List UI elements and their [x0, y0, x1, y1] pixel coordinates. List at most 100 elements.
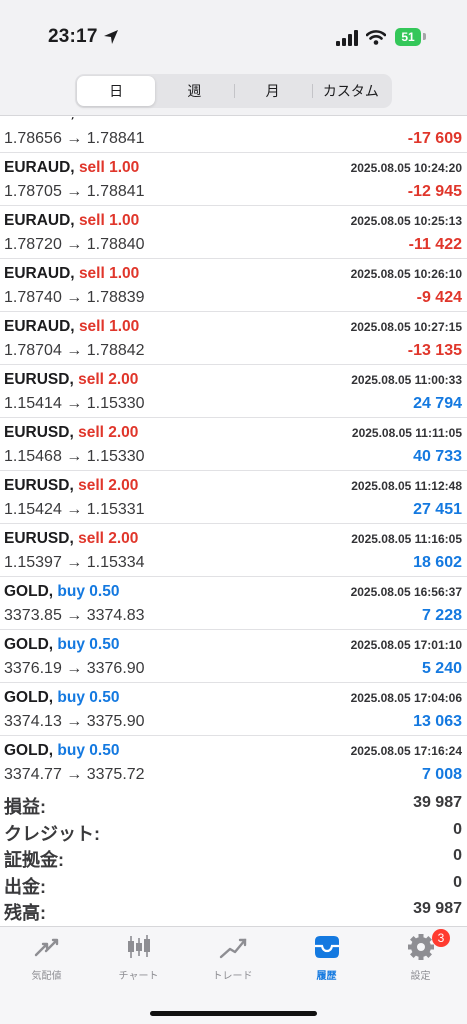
tab-settings-label: 設定 [410, 971, 431, 982]
quotes-icon [34, 938, 58, 957]
summary-row-balance: 残高: 39 987 [0, 896, 467, 923]
trade-prices: 1.15424 → 1.15331 [4, 501, 145, 518]
trade-symbol: EURAUD, sell 1.00 [4, 117, 139, 122]
trade-row[interactable]: GOLD, buy 0.50 2025.08.05 17:04:06 3374.13… [0, 683, 467, 736]
trade-row[interactable]: EURAUD, sell 1.00 2025.08.05 10:26:10 1.78… [0, 259, 467, 312]
tab-week[interactable]: 週 [155, 76, 233, 106]
trade-side: sell 1.00 [78, 212, 140, 229]
trade-row[interactable]: GOLD, buy 0.50 2025.08.05 16:56:37 3373.85… [0, 577, 467, 630]
tab-chart[interactable]: チャート [92, 933, 185, 982]
trade-icon [219, 938, 246, 959]
trade-row[interactable]: EURAUD, sell 1.00 2025.08.05 10:24:20 1.78… [0, 153, 467, 206]
trade-prices: 1.78720 → 1.78840 [4, 236, 145, 253]
symbol-name: EURUSD, [4, 371, 74, 388]
trade-side: buy 0.50 [57, 689, 120, 706]
trade-symbol: EURAUD, sell 1.00 [4, 265, 139, 283]
trade-profit: 13 063 [413, 713, 462, 730]
trade-row[interactable]: EURAUD, sell 1.00 2025.08.05 10:25:13 1.78… [0, 206, 467, 259]
trade-profit: 5 240 [421, 660, 462, 677]
trade-time: 2025.08.05 17:16:24 [350, 744, 462, 758]
trade-time: 2025.08.05 11:11:05 [351, 426, 462, 440]
trade-time: 2025.08.05 10:27:15 [350, 320, 462, 334]
trade-side: sell 1.00 [78, 159, 140, 176]
trade-prices: 3376.19 → 3376.90 [4, 660, 145, 677]
settings-icon [407, 934, 434, 960]
trade-profit: 18 602 [413, 554, 462, 571]
trade-prices: 3374.77 → 3375.72 [4, 766, 145, 783]
tab-history-label: 履歴 [316, 971, 337, 982]
trade-symbol: EURUSD, sell 2.00 [4, 424, 138, 442]
trade-prices: 1.78656 → 1.78841 [4, 130, 145, 147]
trade-symbol: GOLD, buy 0.50 [4, 742, 119, 760]
wifi-icon [366, 30, 386, 45]
bottom-tab-bar: 気配値 チャート トレード 履歴 3 設定 [0, 926, 467, 1024]
trade-prices: 1.15468 → 1.15330 [4, 448, 145, 465]
tab-quotes[interactable]: 気配値 [0, 933, 93, 982]
trade-row[interactable]: GOLD, buy 0.50 2025.08.05 17:16:24 3374.77… [0, 736, 467, 787]
trade-row[interactable]: EURUSD, sell 2.00 2025.08.05 11:16:05 1.15… [0, 524, 467, 577]
tab-trade[interactable]: トレード [186, 933, 279, 982]
withdrawal-label: 出金: [4, 876, 46, 897]
trade-prices: 3374.13 → 3375.90 [4, 713, 145, 730]
profit-label: 損益: [4, 797, 46, 817]
trade-prices: 3373.85 → 3374.83 [4, 607, 145, 624]
trade-row[interactable]: GOLD, buy 0.50 2025.08.05 17:01:10 3376.19… [0, 630, 467, 683]
history-header: 日 週 月 カスタム [0, 68, 467, 116]
trade-symbol: GOLD, buy 0.50 [4, 636, 119, 654]
symbol-name: EURAUD, [4, 117, 75, 121]
trade-profit: -17 609 [407, 130, 462, 147]
trade-time: 2025.08.05 10:26:10 [350, 267, 462, 281]
trade-profit: -12 945 [407, 183, 462, 200]
trade-row[interactable]: EURUSD, sell 2.00 2025.08.05 11:11:05 1.15… [0, 418, 467, 471]
tab-quotes-label: 気配値 [31, 971, 62, 982]
trade-time: 2025.08.05 11:12:48 [351, 479, 462, 493]
trade-row[interactable]: EURUSD, sell 2.00 2025.08.05 11:12:48 1.15… [0, 471, 467, 524]
trade-prices: 1.78704 → 1.78842 [4, 342, 145, 359]
tab-day[interactable]: 日 [77, 76, 156, 106]
balance-label: 残高: [4, 903, 46, 923]
trade-profit: 24 794 [413, 395, 462, 412]
symbol-name: EURUSD, [4, 424, 74, 441]
profit-value: 39 987 [413, 794, 462, 811]
symbol-name: EURAUD, [4, 159, 75, 176]
trade-side: sell 2.00 [78, 424, 139, 441]
trade-profit: 40 733 [413, 448, 462, 465]
chart-icon [127, 935, 150, 958]
battery-icon: 51 [395, 28, 421, 46]
trade-side: sell 2.00 [78, 530, 139, 547]
summary-row-deposit: 証拠金: 0 [0, 843, 467, 870]
trade-row[interactable]: EURAUD, sell 1.00 2025.08.05 10:22:10 1.78… [0, 117, 467, 153]
summary-row-profit: 損益: 39 987 [0, 790, 467, 817]
trade-symbol: EURUSD, sell 2.00 [4, 477, 138, 495]
trade-prices: 1.78740 → 1.78839 [4, 289, 145, 306]
battery-tip [423, 33, 426, 40]
trade-time: 2025.08.05 10:25:13 [350, 214, 462, 228]
credit-label: クレジット: [4, 823, 100, 844]
summary-row-credit: クレジット: 0 [0, 817, 467, 844]
history-icon [314, 936, 339, 958]
trade-symbol: EURAUD, sell 1.00 [4, 159, 139, 177]
trade-side: sell 1.00 [79, 117, 139, 121]
period-segmented-control: 日 週 月 カスタム [75, 74, 392, 108]
tab-month[interactable]: 月 [233, 76, 312, 106]
trade-side: buy 0.50 [57, 742, 120, 759]
symbol-name: EURAUD, [4, 212, 75, 229]
trade-side: sell 1.00 [78, 318, 140, 335]
account-summary: 損益: 39 987 クレジット: 0 証拠金: 0 出金: 0 残高: 39 … [0, 790, 467, 925]
tab-custom[interactable]: カスタム [311, 76, 390, 106]
trade-side: buy 0.50 [57, 636, 120, 653]
trade-time: 2025.08.05 10:22:10 [351, 117, 462, 120]
trade-history-list[interactable]: EURAUD, sell 1.00 2025.08.05 10:22:10 1.78… [0, 117, 467, 787]
trade-time: 2025.08.05 17:04:06 [350, 691, 462, 705]
balance-value: 39 987 [413, 900, 462, 917]
home-indicator [150, 1011, 317, 1016]
trade-symbol: EURAUD, sell 1.00 [4, 318, 139, 336]
trade-symbol: EURAUD, sell 1.00 [4, 212, 139, 230]
trade-row[interactable]: EURUSD, sell 2.00 2025.08.05 11:00:33 1.15… [0, 365, 467, 418]
symbol-name: EURAUD, [4, 265, 75, 282]
trade-row[interactable]: EURAUD, sell 1.00 2025.08.05 10:27:15 1.78… [0, 312, 467, 365]
tab-history[interactable]: 履歴 [280, 933, 373, 982]
trade-profit: -13 135 [407, 342, 462, 359]
tab-settings[interactable]: 3 設定 [374, 929, 467, 982]
trade-side: sell 2.00 [78, 371, 139, 388]
